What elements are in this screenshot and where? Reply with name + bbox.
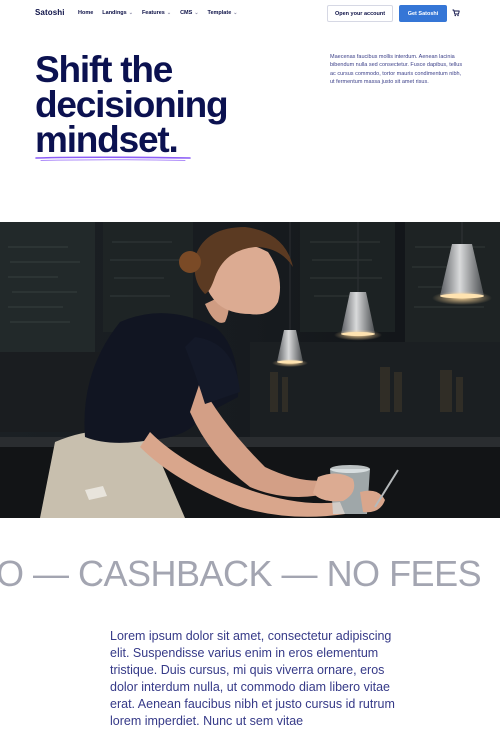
- nav-item-home[interactable]: Home: [78, 10, 93, 16]
- nav-item-label: Features: [141, 10, 165, 16]
- top-nav: Satoshi Home Landings ⌄ Features ⌄ CMS ⌄…: [0, 0, 500, 28]
- nav-item-features[interactable]: Features ⌄: [142, 10, 171, 16]
- marquee-banner: O — CASHBACK — NO FEES: [0, 553, 482, 594]
- nav-item-cms[interactable]: CMS ⌄: [180, 10, 198, 16]
- nav-item-landings[interactable]: Landings ⌄: [102, 10, 133, 16]
- logo[interactable]: Satoshi: [35, 8, 65, 17]
- headline-underline-decoration: [35, 156, 191, 161]
- get-satoshi-button[interactable]: Get Satoshi: [399, 5, 447, 22]
- open-account-button[interactable]: Open your account: [327, 5, 393, 22]
- chevron-down-icon: ⌄: [233, 9, 238, 16]
- hero-photo: [0, 222, 500, 518]
- nav-item-label: Landings: [102, 10, 127, 16]
- nav-item-label: CMS: [180, 10, 193, 16]
- nav-menu: Home Landings ⌄ Features ⌄ CMS ⌄ Templat…: [78, 10, 237, 16]
- barista-photo-illustration: [0, 222, 500, 518]
- headline-line: mindset.: [35, 119, 179, 160]
- headline-line: decisioning: [35, 84, 229, 125]
- nav-item-template[interactable]: Template ⌄: [208, 10, 238, 16]
- nav-item-label: Home: [78, 10, 94, 16]
- chevron-down-icon: ⌄: [128, 9, 133, 16]
- body-paragraph: Lorem ipsum dolor sit amet, consectetur …: [110, 629, 395, 728]
- hero-headline: Shift the decisioning mindset.: [35, 49, 295, 160]
- chevron-down-icon: ⌄: [194, 9, 199, 16]
- chevron-down-icon: ⌄: [166, 9, 172, 16]
- headline-line: Shift the: [35, 49, 173, 90]
- hero-description: Maecenas faucibus mollis interdum. Aenea…: [330, 54, 463, 86]
- cart-icon[interactable]: [452, 9, 460, 17]
- nav-item-label: Template: [207, 10, 232, 16]
